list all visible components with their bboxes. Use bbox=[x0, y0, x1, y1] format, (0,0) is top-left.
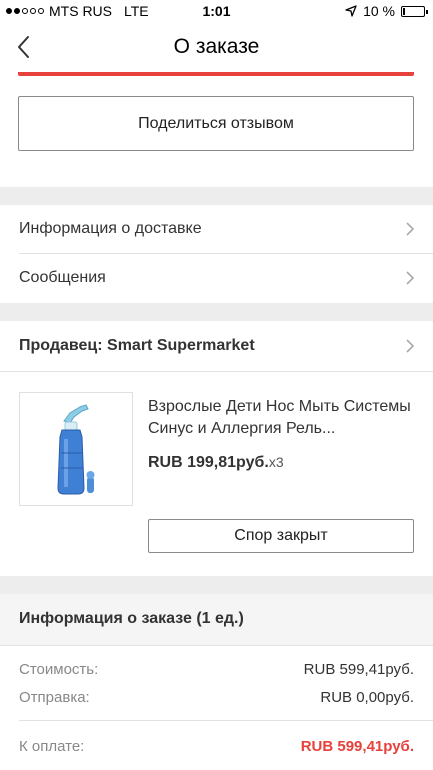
nav-bar: О заказе bbox=[0, 22, 433, 72]
delivery-info-row[interactable]: Информация о доставке bbox=[0, 205, 433, 253]
product-quantity: x3 bbox=[268, 454, 284, 470]
shipping-row: Отправка: RUB 0,00руб. bbox=[19, 689, 414, 706]
chevron-right-icon bbox=[406, 339, 415, 353]
order-info-header: Информация о заказе (1 ед.) bbox=[0, 594, 433, 646]
messages-label: Сообщения bbox=[19, 269, 106, 286]
battery-percent: 10 % bbox=[363, 3, 395, 19]
product-title[interactable]: Взрослые Дети Нос Мыть Системы Синус и А… bbox=[148, 396, 420, 440]
section-separator bbox=[0, 187, 433, 205]
product-price-line: RUB 199,81руб.x3 bbox=[148, 454, 284, 472]
total-label: К оплате: bbox=[19, 738, 85, 755]
section-separator bbox=[0, 576, 433, 594]
dispute-closed-button[interactable]: Спор закрыт bbox=[148, 519, 414, 553]
divider bbox=[19, 720, 433, 721]
section-separator bbox=[0, 303, 433, 321]
divider bbox=[0, 371, 433, 372]
order-info-title: Информация о заказе (1 ед.) bbox=[19, 610, 244, 627]
total-value: RUB 599,41руб. bbox=[300, 738, 414, 755]
cost-value: RUB 599,41руб. bbox=[303, 661, 414, 678]
delivery-info-label: Информация о доставке bbox=[19, 220, 202, 237]
shipping-label: Отправка: bbox=[19, 689, 90, 706]
product-price: RUB 199,81руб. bbox=[148, 454, 269, 471]
shipping-value: RUB 0,00руб. bbox=[320, 689, 414, 706]
seller-label: Продавец: Smart Supermarket bbox=[19, 337, 255, 354]
seller-row[interactable]: Продавец: Smart Supermarket bbox=[0, 321, 433, 371]
cost-label: Стоимость: bbox=[19, 661, 99, 678]
messages-row[interactable]: Сообщения bbox=[0, 254, 433, 303]
status-right: 10 % bbox=[345, 3, 428, 19]
page-title: О заказе bbox=[173, 35, 260, 58]
accent-progress-bar bbox=[18, 72, 414, 76]
chevron-right-icon bbox=[406, 271, 415, 285]
share-review-button[interactable]: Поделиться отзывом bbox=[18, 96, 414, 151]
total-row: К оплате: RUB 599,41руб. bbox=[19, 738, 414, 755]
nasal-rinse-bottle-image bbox=[57, 404, 95, 495]
cost-row: Стоимость: RUB 599,41руб. bbox=[19, 661, 414, 678]
product-image[interactable] bbox=[19, 392, 133, 506]
chevron-right-icon bbox=[406, 222, 415, 236]
battery-icon bbox=[401, 5, 428, 17]
location-arrow-icon bbox=[345, 5, 357, 17]
status-bar: MTS RUS LTE 1:01 10 % bbox=[0, 0, 433, 22]
battery-level bbox=[403, 7, 405, 15]
